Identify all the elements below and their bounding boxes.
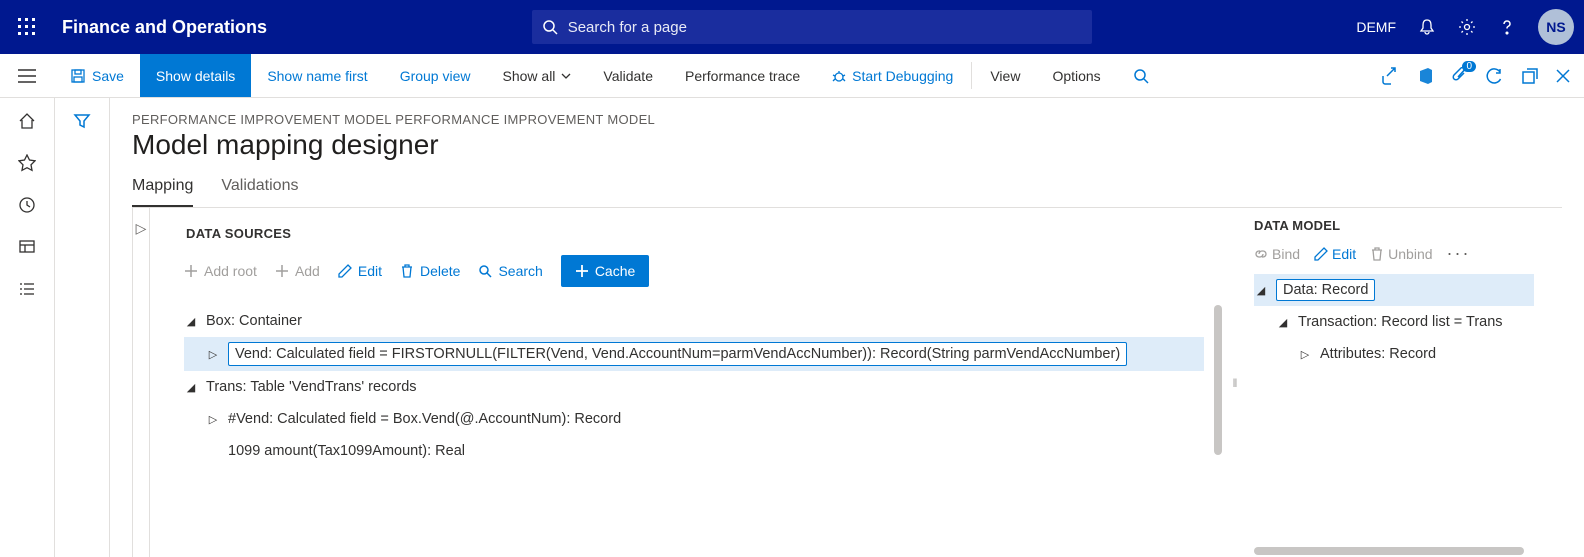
- tree-row[interactable]: Vend: Calculated field = FIRSTORNULL(FIL…: [184, 337, 1204, 371]
- tree-node-label: Data: Record: [1276, 279, 1375, 301]
- edit-dm-label: Edit: [1332, 246, 1356, 262]
- app-title: Finance and Operations: [62, 17, 267, 38]
- legal-entity[interactable]: DEMF: [1356, 19, 1396, 35]
- show-details-button[interactable]: Show details: [140, 54, 251, 97]
- edit-ds-label: Edit: [358, 263, 382, 279]
- tree-node-label: Trans: Table 'VendTrans' records: [206, 376, 417, 398]
- more-icon[interactable]: ···: [1447, 243, 1471, 264]
- bell-icon[interactable]: [1418, 18, 1436, 36]
- tree-row[interactable]: 1099 amount(Tax1099Amount): Real: [184, 435, 1204, 467]
- delete-ds-button[interactable]: Delete: [400, 263, 460, 279]
- refresh-icon[interactable]: [1486, 67, 1504, 85]
- add-root-button: Add root: [184, 263, 257, 279]
- star-icon[interactable]: [18, 154, 36, 172]
- bind-label: Bind: [1272, 246, 1300, 262]
- show-name-first-label: Show name first: [267, 68, 367, 84]
- scrollbar-vertical[interactable]: [1214, 305, 1222, 455]
- tree-node-label: #Vend: Calculated field = Box.Vend(@.Acc…: [228, 408, 621, 430]
- tree-row[interactable]: Box: Container: [184, 305, 1204, 337]
- global-search-input[interactable]: [568, 19, 1082, 36]
- hamburger-icon[interactable]: [0, 54, 54, 97]
- filter-icon[interactable]: [73, 112, 91, 557]
- splitter[interactable]: ‖: [1224, 208, 1244, 557]
- home-icon[interactable]: [18, 112, 36, 130]
- validate-label: Validate: [603, 68, 653, 84]
- add-label: Add: [295, 263, 320, 279]
- expand-types-panel[interactable]: ▷: [132, 208, 150, 557]
- page-title: Model mapping designer: [132, 129, 1562, 161]
- edit-dm-button[interactable]: Edit: [1314, 246, 1356, 262]
- unbind-label: Unbind: [1388, 246, 1432, 262]
- view-button[interactable]: View: [974, 54, 1036, 97]
- group-view-label: Group view: [400, 68, 471, 84]
- popout-icon[interactable]: [1522, 68, 1538, 84]
- chevron-icon[interactable]: [1276, 316, 1290, 329]
- link-icon[interactable]: [1382, 67, 1400, 85]
- add-root-label: Add root: [204, 263, 257, 279]
- chevron-icon[interactable]: [206, 348, 220, 361]
- modules-icon[interactable]: [18, 280, 36, 298]
- tree-row[interactable]: Trans: Table 'VendTrans' records: [184, 371, 1204, 403]
- unbind-button: Unbind: [1370, 246, 1432, 262]
- data-model-tree[interactable]: Data: Record Transaction: Record list = T…: [1254, 274, 1554, 370]
- tree-row[interactable]: #Vend: Calculated field = Box.Vend(@.Acc…: [184, 403, 1204, 435]
- performance-trace-label: Performance trace: [685, 68, 800, 84]
- search-ds-label: Search: [498, 263, 542, 279]
- app-launcher-icon[interactable]: [0, 18, 54, 36]
- options-button[interactable]: Options: [1036, 54, 1116, 97]
- chevron-icon[interactable]: [206, 413, 220, 426]
- cache-label: Cache: [595, 263, 635, 279]
- gear-icon[interactable]: [1458, 18, 1476, 36]
- cache-button[interactable]: Cache: [561, 255, 649, 287]
- show-name-first-button[interactable]: Show name first: [251, 54, 383, 97]
- ribbon-search-icon[interactable]: [1117, 54, 1165, 97]
- search-icon: [542, 19, 558, 35]
- validate-button[interactable]: Validate: [587, 54, 669, 97]
- show-details-label: Show details: [156, 68, 235, 84]
- save-label: Save: [92, 68, 124, 84]
- tab-mapping[interactable]: Mapping: [132, 177, 193, 207]
- breadcrumb: PERFORMANCE IMPROVEMENT MODEL PERFORMANC…: [132, 112, 1562, 127]
- search-ds-button[interactable]: Search: [478, 263, 542, 279]
- tree-node-label: 1099 amount(Tax1099Amount): Real: [228, 440, 465, 462]
- office-icon[interactable]: [1418, 67, 1434, 85]
- scrollbar-horizontal[interactable]: [1254, 547, 1524, 555]
- help-icon[interactable]: [1498, 18, 1516, 36]
- data-model-heading: DATA MODEL: [1254, 218, 1554, 233]
- chevron-icon[interactable]: [1254, 284, 1268, 297]
- workspace-icon[interactable]: [18, 238, 36, 256]
- chevron-icon[interactable]: [1298, 348, 1312, 361]
- delete-ds-label: Delete: [420, 263, 460, 279]
- save-button[interactable]: Save: [54, 54, 140, 97]
- bind-button: Bind: [1254, 246, 1300, 262]
- edit-ds-button[interactable]: Edit: [338, 263, 382, 279]
- data-sources-heading: DATA SOURCES: [186, 226, 1224, 241]
- tree-node-label: Transaction: Record list = Trans: [1298, 311, 1503, 333]
- attach-icon[interactable]: [1452, 67, 1468, 85]
- chevron-icon[interactable]: [184, 315, 198, 328]
- add-button: Add: [275, 263, 320, 279]
- view-label: View: [990, 68, 1020, 84]
- start-debugging-button[interactable]: Start Debugging: [816, 54, 969, 97]
- tree-node-label: Attributes: Record: [1320, 343, 1436, 365]
- tree-node-label: Vend: Calculated field = FIRSTORNULL(FIL…: [228, 342, 1127, 366]
- group-view-button[interactable]: Group view: [384, 54, 487, 97]
- chevron-icon[interactable]: [184, 381, 198, 394]
- show-all-label: Show all: [503, 68, 556, 84]
- start-debugging-label: Start Debugging: [852, 68, 953, 84]
- performance-trace-button[interactable]: Performance trace: [669, 54, 816, 97]
- chevron-down-icon: [561, 71, 571, 81]
- tree-row[interactable]: Transaction: Record list = Trans: [1254, 306, 1534, 338]
- global-search[interactable]: [532, 10, 1092, 44]
- history-icon[interactable]: [18, 196, 36, 214]
- data-sources-tree[interactable]: Box: Container Vend: Calculated field = F…: [184, 305, 1224, 467]
- user-avatar[interactable]: NS: [1538, 9, 1574, 45]
- close-icon[interactable]: [1556, 69, 1570, 83]
- show-all-dropdown[interactable]: Show all: [487, 54, 588, 97]
- tree-row[interactable]: Attributes: Record: [1254, 338, 1534, 370]
- tree-node-label: Box: Container: [206, 310, 302, 332]
- tab-validations[interactable]: Validations: [221, 177, 298, 207]
- tree-row[interactable]: Data: Record: [1254, 274, 1534, 306]
- options-label: Options: [1052, 68, 1100, 84]
